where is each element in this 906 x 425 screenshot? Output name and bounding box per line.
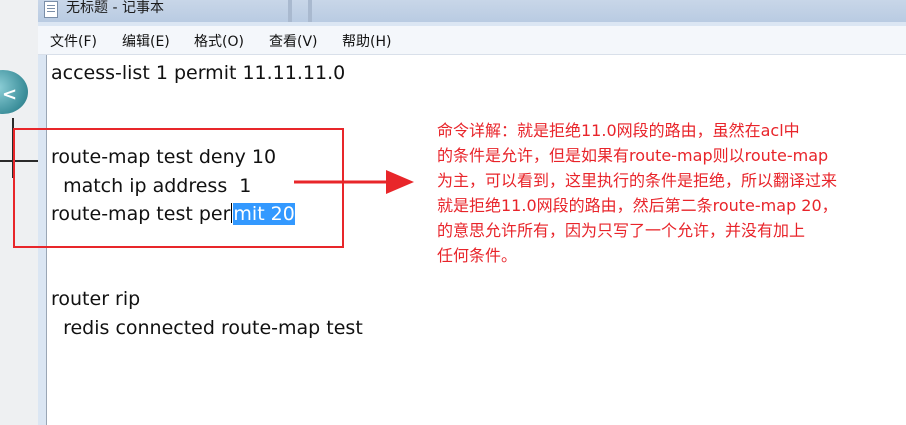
annotation-note-line: 的条件是允许，但是如果有route-map则以route-map xyxy=(437,146,829,165)
menu-help[interactable]: 帮助(H) xyxy=(342,31,391,51)
title-bar-divider xyxy=(308,0,312,22)
menu-edit[interactable]: 编辑(E) xyxy=(122,31,170,51)
menu-view[interactable]: 查看(V) xyxy=(269,31,318,51)
title-bar[interactable]: 无标题 - 记事本 xyxy=(38,0,906,22)
red-arrow-icon xyxy=(294,170,414,194)
router-arrow-glyph: < xyxy=(2,84,18,105)
annotation-note-line: 就是拒绝11.0网段的路由，然后第二条route-map 20， xyxy=(437,196,838,215)
editor-line: access-list 1 permit 11.11.11.0 xyxy=(51,62,346,84)
annotation-note-line: 为主，可以看到，这里执行的条件是拒绝，所以翻译过来 xyxy=(437,171,838,190)
menu-file[interactable]: 文件(F) xyxy=(50,31,97,51)
notepad-icon xyxy=(44,1,58,18)
editor-line: router rip xyxy=(51,288,141,310)
annotation-note: 命令详解：就是拒绝11.0网段的路由，虽然在acl中 的条件是允许，但是如果有r… xyxy=(437,118,906,268)
window-title: 无标题 - 记事本 xyxy=(66,0,164,16)
title-bar-divider xyxy=(288,0,292,22)
annotation-note-line: 的意思允许所有，因为只写了一个允许，并没有加上 xyxy=(437,221,806,240)
editor-line: redis connected route-map test xyxy=(51,317,363,339)
menu-format[interactable]: 格式(O) xyxy=(194,31,244,51)
annotation-note-line: 命令详解：就是拒绝11.0网段的路由，虽然在acl中 xyxy=(437,121,800,140)
annotation-note-line: 任何条件。 xyxy=(437,246,518,265)
menu-bar: 文件(F) 编辑(E) 格式(O) 查看(V) 帮助(H) xyxy=(38,26,906,55)
